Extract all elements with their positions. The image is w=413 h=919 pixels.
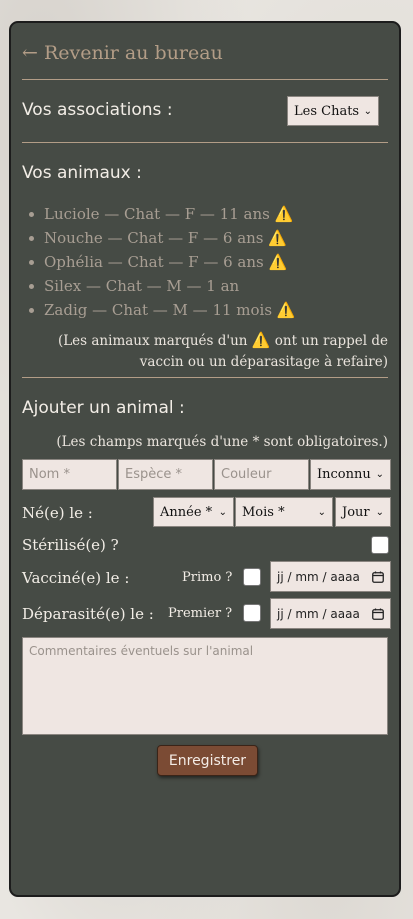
primo-label: Primo ? bbox=[182, 570, 233, 585]
birth-month-select[interactable]: Mois * ⌄ bbox=[235, 497, 333, 527]
birth-year-select[interactable]: Année * ⌄ bbox=[153, 497, 234, 527]
list-item[interactable]: Ophélia — Chat — F — 6 ans ⚠️ bbox=[22, 250, 296, 274]
warning-icon: ⚠️ bbox=[276, 301, 296, 319]
divider bbox=[22, 79, 388, 80]
animal-list: Luciole — Chat — F — 11 ans ⚠️ Nouche — … bbox=[22, 202, 296, 322]
premier-label: Premier ? bbox=[168, 606, 233, 621]
vaccinated-label: Vacciné(e) le : bbox=[22, 569, 130, 587]
association-select-value: Les Chats bbox=[294, 103, 360, 119]
associations-heading: Vos associations : bbox=[22, 100, 173, 120]
animals-heading: Vos animaux : bbox=[22, 163, 142, 183]
deworm-date-placeholder: jj / mm / aaaa bbox=[277, 606, 360, 621]
sex-select-value: Inconnu bbox=[317, 467, 371, 482]
vaccine-date-placeholder: jj / mm / aaaa bbox=[277, 569, 360, 584]
animal-label: Ophélia — Chat — F — 6 ans bbox=[44, 253, 264, 271]
animal-label: Luciole — Chat — F — 11 ans bbox=[44, 205, 270, 223]
save-button[interactable]: Enregistrer bbox=[157, 745, 258, 776]
back-to-desk-link[interactable]: ← Revenir au bureau bbox=[22, 42, 223, 64]
calendar-icon[interactable] bbox=[372, 608, 384, 620]
warning-icon: ⚠️ bbox=[274, 205, 294, 223]
deworm-date-input[interactable]: jj / mm / aaaa bbox=[270, 598, 391, 629]
list-item[interactable]: Zadig — Chat — M — 11 mois ⚠️ bbox=[22, 298, 296, 322]
list-item[interactable]: Luciole — Chat — F — 11 ans ⚠️ bbox=[22, 202, 296, 226]
animal-label: Zadig — Chat — M — 11 mois bbox=[44, 301, 273, 319]
sterilized-checkbox[interactable] bbox=[371, 536, 389, 554]
color-input[interactable]: Couleur bbox=[214, 459, 309, 490]
chevron-down-icon: ⌄ bbox=[363, 105, 372, 117]
birth-year-value: Année * bbox=[160, 504, 213, 520]
list-item[interactable]: Nouche — Chat — F — 6 ans ⚠️ bbox=[22, 226, 296, 250]
animal-label: Silex — Chat — M — 1 an bbox=[44, 277, 240, 295]
comments-textarea[interactable]: Commentaires éventuels sur l'animal bbox=[22, 637, 388, 735]
premier-checkbox[interactable] bbox=[243, 604, 261, 622]
primo-checkbox[interactable] bbox=[243, 568, 261, 586]
sterilized-label: Stérilisé(e) ? bbox=[22, 536, 119, 554]
animals-legend-note: (Les animaux marqués d'un ⚠️ ont un rapp… bbox=[58, 330, 388, 373]
add-animal-heading: Ajouter un animal : bbox=[22, 398, 185, 418]
warning-icon: ⚠️ bbox=[268, 253, 288, 271]
name-input[interactable]: Nom * bbox=[22, 459, 117, 490]
species-input[interactable]: Espèce * bbox=[118, 459, 213, 490]
note-text: vaccin ou un déparasitage à refaire) bbox=[139, 354, 388, 370]
association-select[interactable]: Les Chats ⌄ bbox=[287, 96, 379, 126]
warning-icon: ⚠️ bbox=[268, 229, 287, 247]
vaccine-date-input[interactable]: jj / mm / aaaa bbox=[270, 561, 391, 592]
birth-day-value: Jour bbox=[342, 504, 370, 520]
calendar-icon[interactable] bbox=[372, 571, 384, 583]
sex-select[interactable]: Inconnu ⌄ bbox=[310, 459, 391, 490]
main-panel: ← Revenir au bureau Vos associations : L… bbox=[9, 21, 401, 897]
birth-day-select[interactable]: Jour ⌄ bbox=[335, 497, 391, 527]
list-item[interactable]: Silex — Chat — M — 1 an bbox=[22, 274, 296, 298]
born-label: Né(e) le : bbox=[22, 504, 93, 522]
warning-icon: ⚠️ bbox=[251, 331, 271, 349]
birth-month-value: Mois * bbox=[242, 504, 285, 520]
chevron-down-icon: ⌄ bbox=[375, 506, 384, 518]
note-text: ont un rappel de bbox=[274, 333, 388, 349]
required-fields-note: (Les champs marqués d'une * sont obligat… bbox=[56, 434, 388, 450]
chevron-down-icon: ⌄ bbox=[317, 506, 326, 518]
dewormed-label: Déparasité(e) le : bbox=[22, 605, 154, 623]
animal-label: Nouche — Chat — F — 6 ans bbox=[44, 229, 264, 247]
note-text: (Les animaux marqués d'un bbox=[57, 333, 248, 349]
chevron-down-icon: ⌄ bbox=[375, 469, 384, 480]
divider bbox=[22, 142, 388, 143]
divider bbox=[22, 377, 388, 378]
chevron-down-icon: ⌄ bbox=[218, 506, 227, 518]
